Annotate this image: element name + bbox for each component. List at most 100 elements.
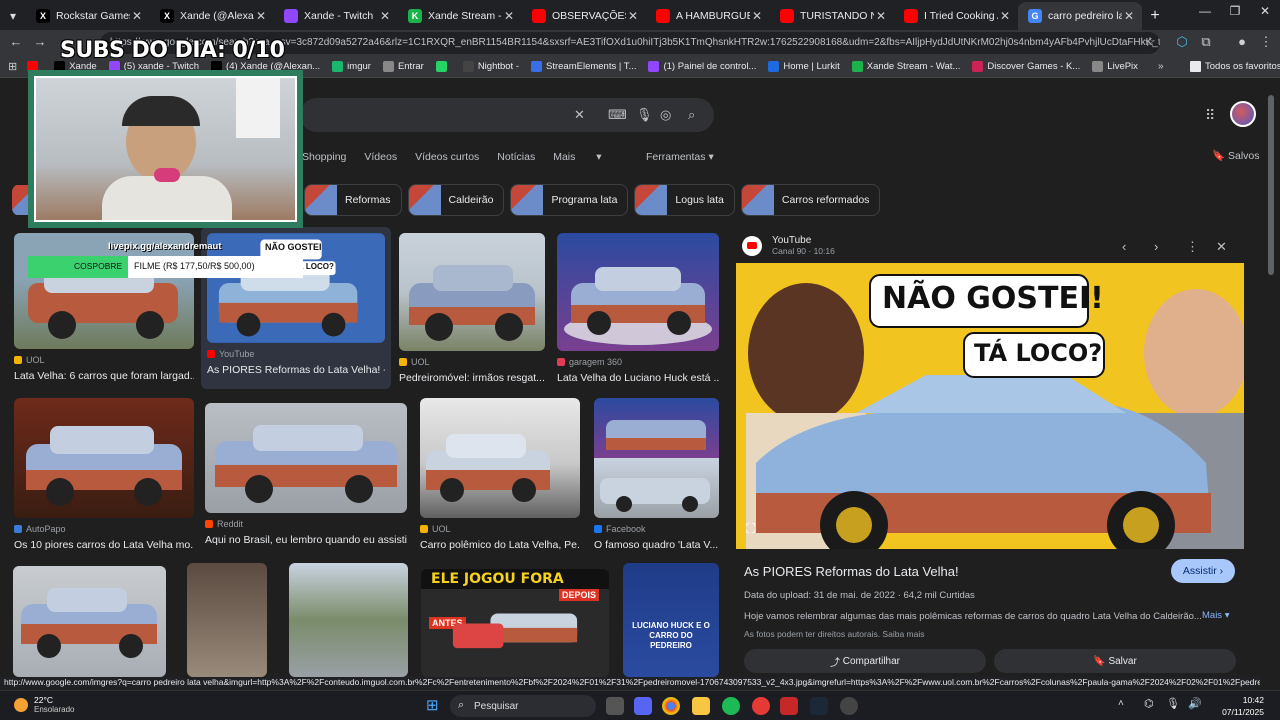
browser-tab[interactable]: OBSERVAÇÕES DIÁRI✕ [522, 2, 646, 30]
image-result[interactable]: LUCIANO HUCK E O CARRO DO PEDREIRO [623, 563, 719, 677]
chip-carros-reformados[interactable]: Carros reformados [740, 184, 881, 216]
chip-programa-lata[interactable]: Programa lata [510, 184, 629, 216]
browser-tab[interactable]: K Xande Stream - Wat✕ [398, 2, 522, 30]
search-input[interactable]: ✕ ⌨ 🎙 ◎ ⌕ [300, 98, 714, 132]
minimize-icon[interactable]: — [1190, 4, 1220, 18]
bookmark-item[interactable]: (1) Painel de control... [648, 61, 756, 72]
google-apps-icon[interactable]: ⠿ [1205, 107, 1215, 124]
task-view-icon[interactable] [606, 697, 624, 715]
image-result[interactable]: AutoPapo Os 10 piores carros do Lata Vel… [14, 398, 194, 551]
filter-more[interactable]: Mais ▾ [553, 151, 601, 163]
avatar[interactable] [1230, 101, 1256, 127]
media-player-icon[interactable] [752, 697, 770, 715]
bookmark-item[interactable]: Discover Games - K... [972, 61, 1080, 72]
keyboard-icon[interactable]: ⌨ [608, 107, 627, 123]
chip-logus-lata[interactable]: Logus lata [634, 184, 735, 216]
browser-tab[interactable]: Xande - Twitch ✕ [274, 2, 398, 30]
tab-close-icon[interactable]: ✕ [998, 9, 1012, 23]
image-result[interactable] [289, 563, 408, 677]
image-result[interactable] [187, 563, 267, 677]
tab-search-icon[interactable]: ▾ [0, 2, 26, 30]
tab-close-icon[interactable]: ✕ [1122, 9, 1136, 23]
saved-button[interactable]: 🔖 Salvos [1212, 149, 1260, 162]
bookmark-item[interactable]: Entrar [382, 61, 424, 72]
next-icon[interactable]: › [1154, 239, 1158, 254]
bookmark-item[interactable]: Home | Lurkit [768, 61, 840, 72]
tools-button[interactable]: Ferramentas ▾ [646, 151, 714, 163]
tab-close-icon[interactable]: ✕ [874, 9, 888, 23]
bookmark-item[interactable]: Xande Stream - Wat... [851, 61, 960, 72]
image-result[interactable]: garagem 360 Lata Velha do Luciano Huck e… [557, 233, 719, 384]
close-window-icon[interactable]: ✕ [1250, 4, 1280, 18]
tray-chevron-icon[interactable]: ˄ [1118, 698, 1124, 709]
bookmark-item[interactable] [435, 61, 451, 72]
system-clock[interactable]: 10:42 07/11/2025 [1222, 694, 1264, 718]
browser-tab[interactable]: X Xande (@AlexandreM✕ [150, 2, 274, 30]
close-panel-icon[interactable]: ✕ [1216, 239, 1227, 255]
bookmark-item[interactable]: Nightbot - [462, 61, 519, 72]
image-result[interactable]: ELE JOGOU FORA DEPOIS ANTES [421, 569, 609, 677]
browser-tab[interactable]: A HAMBURGUERIA D✕ [646, 2, 770, 30]
tab-close-icon[interactable]: ✕ [750, 9, 764, 23]
network-icon[interactable]: ⌬ [1144, 697, 1154, 710]
new-tab-button[interactable]: + [1142, 2, 1168, 30]
discord-icon[interactable] [634, 697, 652, 715]
spotify-icon[interactable] [722, 697, 740, 715]
clear-icon[interactable]: ✕ [574, 107, 585, 123]
panel-source[interactable]: YouTube [772, 235, 835, 246]
chip-caldeirao[interactable]: Caldeirão [407, 184, 505, 216]
save-button[interactable]: 🔖 Salvar [994, 649, 1236, 673]
browser-tab[interactable]: I Tried Cooking A5 W✕ [894, 2, 1018, 30]
lens-search-icon[interactable]: ⛶ [746, 521, 755, 537]
browser-tab[interactable]: Gcarro pedreiro lata ve✕ [1018, 2, 1142, 30]
volume-icon[interactable]: 🔊 [1188, 697, 1202, 710]
forward-icon[interactable]: → [30, 34, 50, 49]
weather-widget[interactable]: 22°C Ensolarado [14, 695, 74, 714]
image-result[interactable]: UOL Carro polêmico do Lata Velha, Pe... [420, 398, 580, 551]
chrome-icon[interactable] [662, 697, 680, 715]
filter-news[interactable]: Notícias [497, 151, 535, 163]
image-result[interactable] [13, 566, 166, 677]
preview-image[interactable]: NÃO GOSTEI! TÁ LOCO? ⛶ [736, 263, 1244, 549]
image-result[interactable]: Reddit Aqui no Brasil, eu lembro quando … [205, 403, 407, 546]
tab-close-icon[interactable]: ✕ [502, 9, 516, 23]
tab-close-icon[interactable]: ✕ [130, 9, 144, 23]
obs-icon[interactable] [840, 697, 858, 715]
microphone-icon[interactable]: 🎙 [1166, 697, 1180, 710]
tab-close-icon[interactable]: ✕ [254, 9, 268, 23]
image-result-selected[interactable]: NÃO GOSTEI TÁ LOCO? YouTube As PIORES Re… [201, 227, 391, 389]
scrollbar[interactable] [1268, 85, 1276, 665]
bookmark-item[interactable]: imgur [332, 61, 371, 72]
watch-button[interactable]: Assistir › [1171, 559, 1235, 583]
profile-icon[interactable]: ● [1232, 34, 1252, 49]
previous-icon[interactable]: ‹ [1122, 239, 1126, 254]
panel-title[interactable]: As PIORES Reformas do Lata Velha! [744, 564, 959, 579]
bookmarks-overflow-icon[interactable]: » [1158, 61, 1164, 72]
file-explorer-icon[interactable] [692, 697, 710, 715]
app-icon[interactable] [780, 697, 798, 715]
chip-reformas[interactable]: Reformas [304, 184, 402, 216]
image-result[interactable]: UOL Pedreiromóvel: irmãos resgat... [399, 233, 545, 384]
tab-close-icon[interactable]: ✕ [626, 9, 640, 23]
bookmark-item[interactable]: StreamElements | T... [531, 61, 636, 72]
more-options-icon[interactable]: ⋮ [1186, 239, 1199, 255]
filter-shopping[interactable]: Shopping [302, 151, 346, 163]
lens-icon[interactable]: ◎ [660, 107, 671, 123]
back-icon[interactable]: ← [6, 34, 26, 49]
browser-tab[interactable]: TURISTANDO NA CA✕ [770, 2, 894, 30]
more-button[interactable]: Mais ▾ [1202, 610, 1229, 621]
extensions-puzzle-icon[interactable]: ⧉ [1196, 34, 1216, 50]
browser-tab[interactable]: X Rockstar Games (@R✕ [26, 2, 150, 30]
all-bookmarks[interactable]: Todos os favoritos [1190, 61, 1280, 72]
steam-icon[interactable] [810, 697, 828, 715]
filter-videos[interactable]: Vídeos [364, 151, 397, 163]
filter-short-videos[interactable]: Vídeos curtos [415, 151, 479, 163]
menu-icon[interactable]: ⋮ [1256, 34, 1276, 50]
windows-start-icon[interactable]: ⊞ [426, 696, 439, 714]
bookmark-star-icon[interactable]: ☆ [1140, 34, 1160, 50]
share-button[interactable]: ⤴ Compartilhar [744, 649, 986, 673]
microphone-icon[interactable]: 🎙 [636, 107, 653, 123]
image-result[interactable]: Facebook O famoso quadro 'Lata V... [594, 398, 719, 551]
taskbar-search[interactable]: ⌕ Pesquisar [450, 695, 596, 717]
apps-grid-icon[interactable]: ⊞ [8, 60, 17, 73]
